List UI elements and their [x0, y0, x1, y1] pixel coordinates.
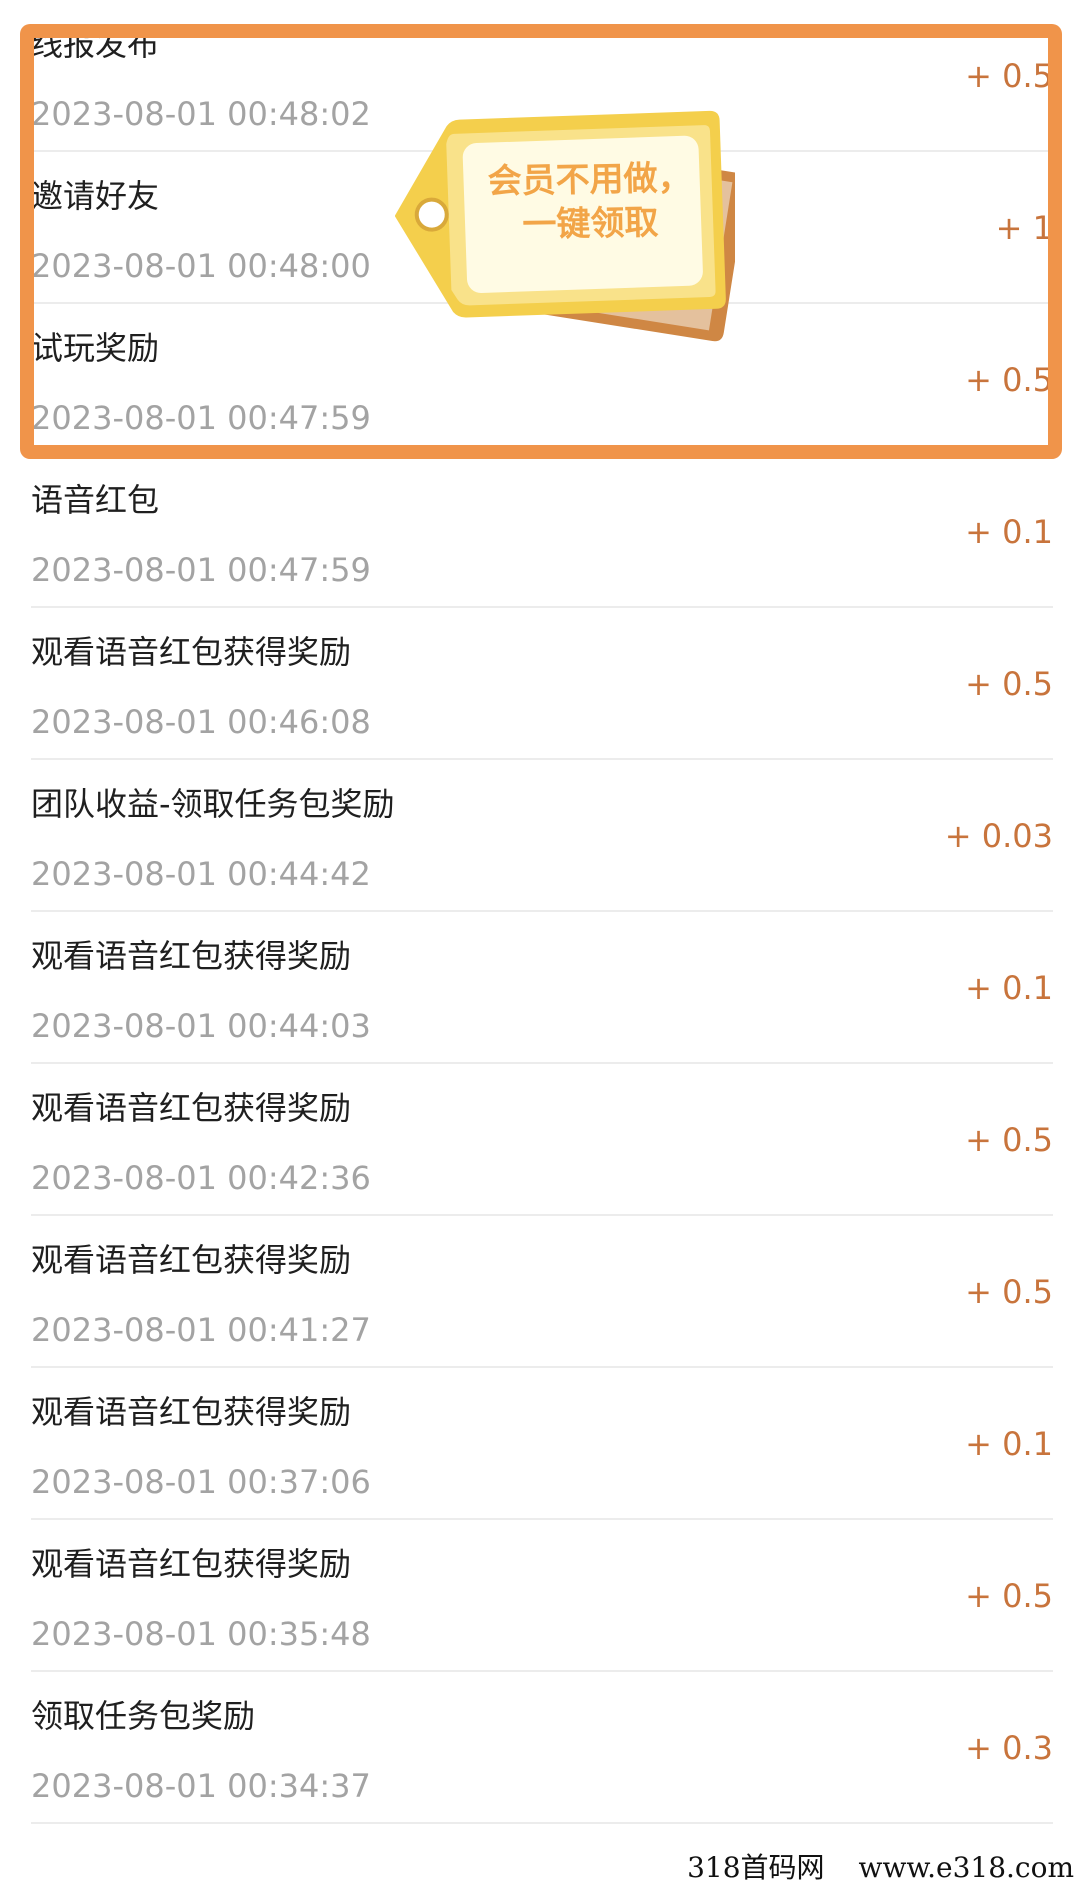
- watermark-site-name: 318首码网: [687, 1851, 825, 1884]
- promo-tag-sticker: 会员不用做， 一键领取: [395, 110, 735, 350]
- record-amount: + 0.5: [965, 1577, 1053, 1615]
- record-amount: + 0.5: [965, 665, 1053, 703]
- list-item[interactable]: 观看语音红包获得奖励 2023-08-01 00:44:03 + 0.1: [0, 912, 1080, 1064]
- promo-tag-line2: 一键领取: [522, 202, 659, 246]
- record-title: 观看语音红包获得奖励: [31, 1241, 352, 1279]
- list-item[interactable]: 语音红包 2023-08-01 00:47:59 + 0.1: [0, 456, 1080, 608]
- record-time: 2023-08-01 00:47:59: [31, 399, 371, 437]
- record-title: 观看语音红包获得奖励: [31, 937, 352, 975]
- record-title: 观看语音红包获得奖励: [31, 1393, 352, 1431]
- promo-tag-text: 会员不用做， 一键领取: [464, 156, 715, 248]
- record-amount: + 0.5: [965, 1273, 1053, 1311]
- record-title: 试玩奖励: [31, 329, 160, 367]
- record-title: 团队收益-领取任务包奖励: [31, 785, 395, 823]
- record-title: 语音红包: [31, 481, 160, 519]
- record-title: 领取任务包奖励: [31, 1697, 256, 1735]
- record-time: 2023-08-01 00:46:08: [31, 703, 371, 741]
- list-item[interactable]: 领取任务包奖励 2023-08-01 00:34:37 + 0.3: [0, 1672, 1080, 1824]
- record-amount: + 0.1: [965, 513, 1053, 551]
- record-title: 观看语音红包获得奖励: [31, 633, 352, 671]
- record-amount: + 0.3: [965, 1729, 1053, 1767]
- list-item[interactable]: 观看语音红包获得奖励 2023-08-01 00:42:36 + 0.5: [0, 1064, 1080, 1216]
- record-time: 2023-08-01 00:44:03: [31, 1007, 371, 1045]
- record-title: 观看语音红包获得奖励: [31, 1545, 352, 1583]
- record-amount: + 0.5: [965, 1121, 1053, 1159]
- record-time: 2023-08-01 00:44:42: [31, 855, 371, 893]
- site-watermark: 318首码网 www.e318.com: [681, 1847, 1080, 1889]
- record-title: 线报发布: [31, 25, 160, 63]
- record-time: 2023-08-01 00:34:37: [31, 1767, 371, 1805]
- list-item[interactable]: 观看语音红包获得奖励 2023-08-01 00:46:08 + 0.5: [0, 608, 1080, 760]
- watermark-site-url: www.e318.com: [858, 1851, 1074, 1884]
- record-time: 2023-08-01 00:41:27: [31, 1311, 371, 1349]
- promo-tag-line1: 会员不用做，: [487, 158, 692, 202]
- list-item[interactable]: 团队收益-领取任务包奖励 2023-08-01 00:44:42 + 0.03: [0, 760, 1080, 912]
- record-time: 2023-08-01 00:35:48: [31, 1615, 371, 1653]
- record-amount: + 0.1: [965, 1425, 1053, 1463]
- record-amount: + 1: [995, 209, 1053, 247]
- record-title: 邀请好友: [31, 177, 160, 215]
- list-item[interactable]: 观看语音红包获得奖励 2023-08-01 00:41:27 + 0.5: [0, 1216, 1080, 1368]
- record-title: 观看语音红包获得奖励: [31, 1089, 352, 1127]
- record-time: 2023-08-01 00:48:00: [31, 247, 371, 285]
- record-amount: + 0.5: [965, 361, 1053, 399]
- list-item[interactable]: 观看语音红包获得奖励 2023-08-01 00:37:06 + 0.1: [0, 1368, 1080, 1520]
- record-time: 2023-08-01 00:48:02: [31, 95, 371, 133]
- record-amount: + 0.5: [965, 57, 1053, 95]
- record-time: 2023-08-01 00:37:06: [31, 1463, 371, 1501]
- record-amount: + 0.03: [944, 817, 1053, 855]
- divider: [31, 1822, 1053, 1824]
- record-amount: + 0.1: [965, 969, 1053, 1007]
- list-item[interactable]: 观看语音红包获得奖励 2023-08-01 00:35:48 + 0.5: [0, 1520, 1080, 1672]
- record-time: 2023-08-01 00:42:36: [31, 1159, 371, 1197]
- record-time: 2023-08-01 00:47:59: [31, 551, 371, 589]
